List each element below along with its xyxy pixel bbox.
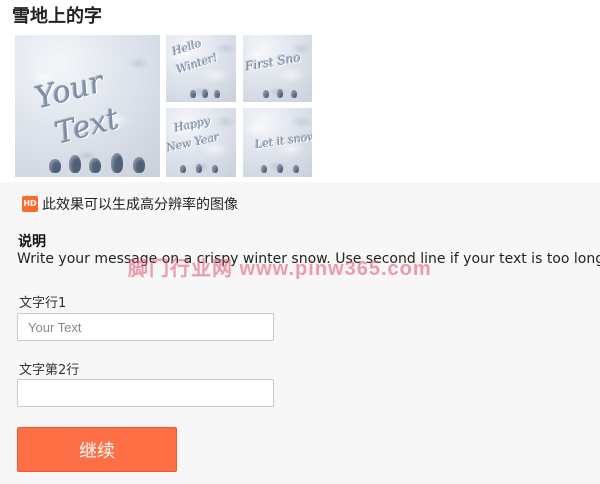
thumbnail-2[interactable]: First Sno — [243, 35, 312, 102]
line2-input[interactable] — [17, 379, 274, 407]
hd-note-text: 此效果可以生成高分辨率的图像 — [42, 197, 238, 213]
thumbnail-3[interactable]: Happy New Year — [166, 108, 236, 177]
footprints-decoration — [247, 163, 308, 173]
hd-icon: HD — [22, 196, 38, 212]
preview-image-main[interactable]: Your Text — [15, 35, 160, 177]
hd-note: HD 此效果可以生成高分辨率的图像 — [22, 194, 238, 214]
thumbnail-text: Happy — [173, 114, 212, 135]
thumbnail-4[interactable]: Let it snow — [243, 108, 312, 177]
footprints-decoration — [170, 163, 232, 173]
description-heading: 说明 — [18, 234, 46, 250]
footprints-decoration — [170, 88, 232, 98]
line1-label: 文字行1 — [19, 296, 67, 311]
thumbnail-text: First Sno — [244, 50, 302, 74]
watermark: 脚门行业网 www.pinw365.com — [128, 258, 432, 280]
thumbnail-1[interactable]: Hello Winter! — [166, 35, 236, 102]
line1-input[interactable] — [17, 313, 274, 341]
page-title: 雪地上的字 — [12, 6, 102, 27]
line2-label: 文字第2行 — [19, 363, 80, 378]
thumbnail-text: Let it snow — [254, 129, 312, 152]
footprints-decoration — [19, 153, 156, 173]
continue-button[interactable]: 继续 — [17, 427, 177, 472]
thumbnail-text: New Year — [166, 130, 221, 155]
footprints-decoration — [247, 88, 308, 98]
